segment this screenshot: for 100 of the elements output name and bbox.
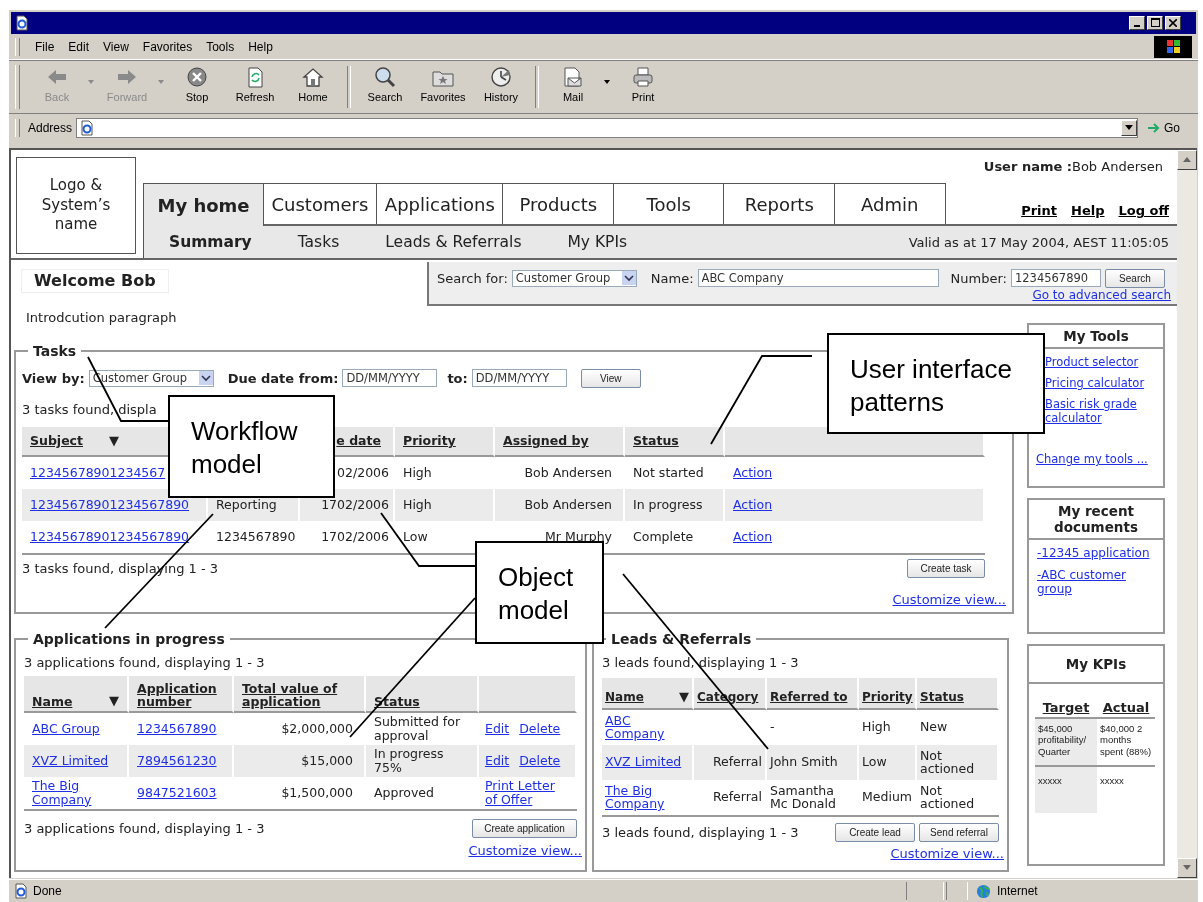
header-label[interactable]: Assigned by bbox=[503, 433, 589, 449]
nav-tab[interactable]: Reports bbox=[723, 183, 836, 225]
toolbar-button[interactable]: History bbox=[472, 63, 530, 110]
toolbar-button[interactable]: Mail bbox=[544, 63, 602, 110]
sort-arrow[interactable]: ▼ bbox=[109, 694, 119, 708]
menu-item[interactable]: View bbox=[96, 38, 136, 57]
task-link[interactable]: Action bbox=[733, 465, 773, 481]
header-label[interactable]: Status bbox=[633, 433, 679, 449]
header-link[interactable]: Help bbox=[1071, 203, 1105, 219]
scroll-up-button[interactable] bbox=[1177, 149, 1197, 170]
name-field[interactable]: ABC Company bbox=[697, 269, 939, 288]
document-link[interactable]: -ABC customer group bbox=[1037, 568, 1163, 597]
record-link[interactable]: ABC Group bbox=[32, 721, 100, 736]
header-label[interactable]: Total value of application bbox=[242, 681, 356, 708]
customize-view-link[interactable]: Customize view... bbox=[468, 842, 582, 858]
cell-text: Approved bbox=[374, 785, 434, 800]
header-label[interactable]: Name bbox=[32, 694, 73, 708]
toolbar-button[interactable]: Search bbox=[356, 63, 414, 110]
customize-view-link[interactable]: Customize view... bbox=[892, 591, 1006, 607]
header-label[interactable]: Subject bbox=[30, 433, 83, 449]
sub-tab[interactable]: My KPIs bbox=[567, 233, 628, 252]
action-button[interactable]: Send referral bbox=[919, 822, 999, 842]
nav-tab[interactable]: Products bbox=[502, 183, 615, 225]
maximize-button[interactable] bbox=[1147, 16, 1163, 30]
table-cell: $45,000 profitability/ Quarter bbox=[1035, 718, 1097, 767]
cell-text: In progress 75% bbox=[374, 747, 445, 775]
close-button[interactable] bbox=[1165, 16, 1181, 30]
edit-link[interactable]: Edit bbox=[485, 753, 510, 768]
header-label[interactable]: Referred to bbox=[770, 689, 848, 704]
go-button[interactable]: Go bbox=[1144, 120, 1183, 135]
sort-arrow[interactable]: ▼ bbox=[679, 688, 689, 704]
task-link[interactable]: Action bbox=[733, 529, 773, 545]
delete-link[interactable]: Delete bbox=[519, 753, 561, 768]
tool-link[interactable]: Pricing calculator bbox=[1045, 376, 1163, 391]
change-tools-link[interactable]: Change my tools ... bbox=[1036, 452, 1163, 467]
header-label[interactable]: Name bbox=[605, 689, 644, 704]
toolbar-button[interactable]: Stop bbox=[168, 63, 226, 110]
search-type-dropdown[interactable]: Customer Group bbox=[511, 269, 637, 287]
record-link[interactable]: XVZ Limited bbox=[32, 753, 109, 768]
advanced-search-link[interactable]: Go to advanced search bbox=[1032, 287, 1171, 302]
table-cell: xxxxx bbox=[1035, 767, 1097, 813]
menu-item[interactable]: Help bbox=[241, 38, 280, 57]
field-label: Number: bbox=[950, 270, 1007, 286]
header-label[interactable]: Priority bbox=[403, 433, 456, 449]
view-button[interactable]: View bbox=[580, 368, 641, 388]
box-title: My KPIs bbox=[1029, 645, 1163, 684]
header-label[interactable]: e date bbox=[336, 433, 381, 449]
task-link[interactable]: Action bbox=[733, 497, 773, 513]
tool-link[interactable]: Product selector bbox=[1045, 355, 1163, 370]
menu-item[interactable]: File bbox=[28, 38, 62, 57]
toolbar-button[interactable]: Print bbox=[614, 63, 672, 110]
number-field[interactable]: 1234567890 bbox=[1010, 269, 1101, 288]
header-link[interactable]: Log off bbox=[1118, 203, 1169, 219]
toolbar-button[interactable]: Refresh bbox=[226, 63, 284, 110]
from-date-field[interactable]: DD/MM/YYYY bbox=[342, 369, 438, 388]
sub-tab[interactable]: Tasks bbox=[297, 233, 340, 252]
record-link[interactable]: 1234567890 bbox=[137, 721, 217, 736]
toolbar-button[interactable]: Home bbox=[284, 63, 342, 110]
scrollbar[interactable] bbox=[1177, 147, 1197, 878]
record-link[interactable]: 9847521603 bbox=[137, 785, 217, 800]
print-letter-link[interactable]: Print Letter of Offer bbox=[485, 779, 567, 807]
search-button[interactable]: Search bbox=[1104, 268, 1165, 288]
sort-arrow[interactable]: ▼ bbox=[109, 433, 119, 449]
header-label[interactable]: Priority bbox=[862, 689, 913, 704]
create-application-button[interactable]: Create application bbox=[472, 818, 577, 838]
toolbar-button[interactable]: Favorites bbox=[414, 63, 472, 110]
user-name: User name :Bob Andersen bbox=[983, 159, 1163, 175]
header-label[interactable]: Status bbox=[920, 689, 964, 704]
record-link[interactable]: The Big Company bbox=[605, 783, 689, 812]
nav-tab[interactable]: My home bbox=[143, 183, 264, 227]
task-link[interactable]: 12345678901234567890 bbox=[30, 497, 190, 513]
menu-item[interactable]: Edit bbox=[61, 38, 97, 57]
header-label[interactable]: Application number bbox=[137, 681, 224, 708]
task-link[interactable]: 12345678901234567890 bbox=[30, 529, 190, 545]
scroll-down-button[interactable] bbox=[1177, 857, 1197, 878]
sub-tab[interactable]: Summary bbox=[169, 233, 252, 252]
address-field[interactable] bbox=[76, 117, 1139, 138]
minimize-button[interactable] bbox=[1129, 16, 1145, 30]
tool-link[interactable]: Basic risk grade calculator bbox=[1045, 397, 1163, 426]
caret-icon[interactable] bbox=[604, 79, 610, 84]
record-link[interactable]: 7894561230 bbox=[137, 753, 217, 768]
customize-view-link[interactable]: Customize view... bbox=[890, 845, 1004, 861]
record-link[interactable]: The Big Company bbox=[32, 779, 119, 807]
create-task-button[interactable]: Create task bbox=[907, 558, 985, 578]
to-date-field[interactable]: DD/MM/YYYY bbox=[471, 369, 567, 388]
task-link[interactable]: 12345678901234567 bbox=[30, 465, 166, 481]
menu-item[interactable]: Favorites bbox=[135, 38, 200, 57]
field-label: View by: bbox=[22, 370, 85, 386]
document-link[interactable]: -12345 application bbox=[1037, 546, 1163, 561]
menu-item[interactable]: Tools bbox=[199, 38, 242, 57]
field-label: to: bbox=[447, 370, 468, 386]
sub-tab[interactable]: Leads & Referrals bbox=[385, 233, 522, 252]
record-link[interactable]: ABC Company bbox=[605, 713, 689, 742]
edit-link[interactable]: Edit bbox=[485, 721, 510, 736]
dropdown-button[interactable] bbox=[1121, 119, 1138, 136]
header-link[interactable]: Print bbox=[1021, 203, 1057, 219]
action-button[interactable]: Create lead bbox=[835, 822, 915, 842]
delete-link[interactable]: Delete bbox=[519, 721, 561, 736]
nav-tab[interactable]: Admin bbox=[833, 183, 946, 225]
record-link[interactable]: XVZ Limited bbox=[605, 755, 682, 770]
